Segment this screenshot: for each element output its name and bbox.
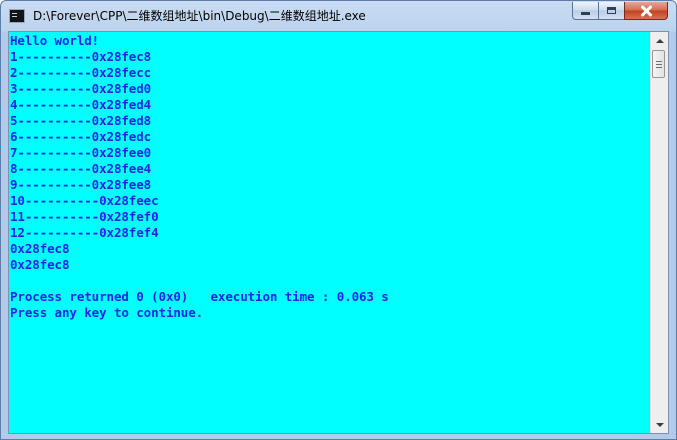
title-bar[interactable]: D:\Forever\CPP\二维数组地址\bin\Debug\二维数组地址.e… [1, 1, 676, 31]
console-line: Process returned 0 (0x0) execution time … [10, 289, 389, 304]
scroll-up-arrow-icon [655, 38, 664, 43]
console-client-area: Hello world! 1----------0x28fec8 2------… [8, 31, 669, 434]
console-line: Hello world! [10, 33, 100, 48]
console-line: 7----------0x28fee0 [10, 145, 152, 160]
thumb-grip-icon [655, 60, 662, 62]
console-line: Press any key to continue. [10, 305, 204, 320]
thumb-grip-icon [655, 66, 662, 68]
console-line: 6----------0x28fedc [10, 129, 152, 144]
scroll-down-arrow-icon [655, 422, 664, 427]
minimize-icon [581, 12, 590, 15]
console-line: 11----------0x28fef0 [10, 209, 159, 224]
console-line: 8----------0x28fee4 [10, 161, 152, 176]
thumb-grip-icon [655, 63, 662, 65]
console-line: 4----------0x28fed4 [10, 97, 152, 112]
console-line: 2----------0x28fecc [10, 65, 152, 80]
console-line: 3----------0x28fed0 [10, 81, 152, 96]
console-window: D:\Forever\CPP\二维数组地址\bin\Debug\二维数组地址.e… [0, 0, 677, 440]
close-icon [640, 5, 652, 17]
vertical-scrollbar[interactable] [650, 32, 668, 433]
console-line: 0x28fec8 [10, 241, 70, 256]
console-lines: Hello world! 1----------0x28fec8 2------… [10, 33, 652, 321]
console-line: 5----------0x28fed8 [10, 113, 152, 128]
caption-buttons [572, 2, 668, 20]
console-output[interactable]: Hello world! 1----------0x28fec8 2------… [10, 33, 652, 432]
close-button[interactable] [624, 2, 668, 20]
console-line: 1----------0x28fec8 [10, 49, 152, 64]
console-app-icon[interactable] [9, 9, 25, 23]
console-line: 10----------0x28feec [10, 193, 159, 208]
console-line: 0x28fec8 [10, 257, 70, 272]
minimize-button[interactable] [572, 2, 599, 20]
scroll-up-button[interactable] [651, 32, 668, 49]
console-line: 9----------0x28fee8 [10, 177, 152, 192]
console-line: 12----------0x28fef4 [10, 225, 159, 240]
scrollbar-thumb[interactable] [652, 50, 665, 78]
maximize-icon [607, 7, 616, 14]
maximize-button[interactable] [598, 2, 625, 20]
window-title: D:\Forever\CPP\二维数组地址\bin\Debug\二维数组地址.e… [33, 9, 366, 23]
scroll-down-button[interactable] [651, 416, 668, 433]
